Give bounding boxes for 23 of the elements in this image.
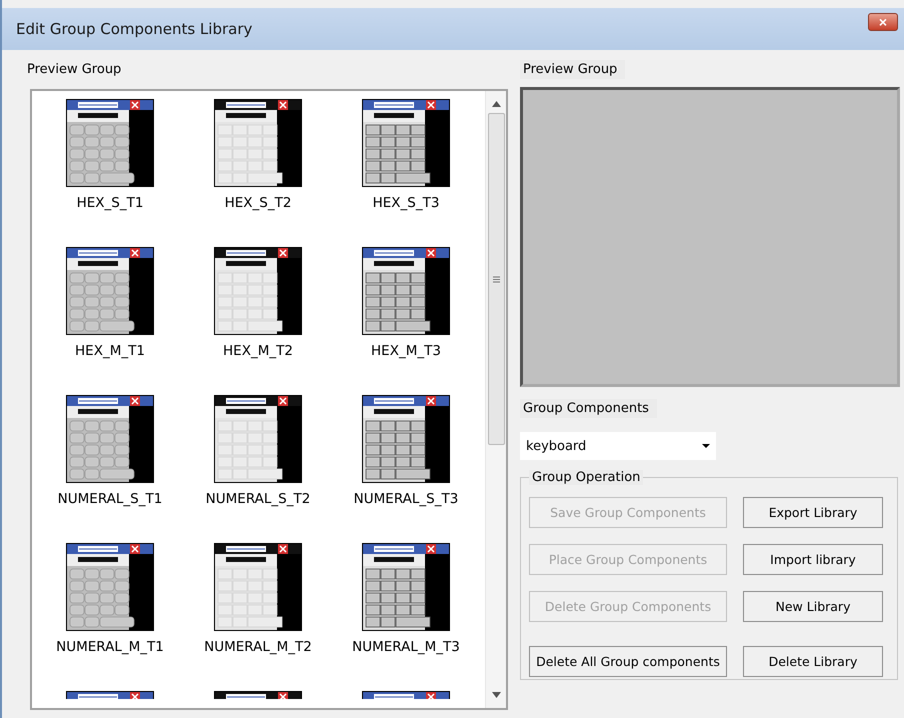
- group-item[interactable]: NUMERAL_M_T1: [36, 543, 184, 691]
- group-item[interactable]: HEX_S_T1: [36, 99, 184, 247]
- group-item[interactable]: HEX_S_T2: [184, 99, 332, 247]
- group-item[interactable]: NUMERAL_S_T3: [332, 395, 480, 543]
- operation-button[interactable]: New Library: [743, 591, 883, 622]
- group-components-label: Group Components: [520, 399, 657, 418]
- operation-button[interactable]: Import library: [743, 544, 883, 575]
- operation-button[interactable]: Export Library: [743, 497, 883, 528]
- operation-button[interactable]: Delete All Group components: [529, 646, 727, 677]
- group-item[interactable]: NUMERAL_M_T2: [184, 543, 332, 691]
- operation-button[interactable]: Delete Library: [743, 646, 883, 677]
- group-item[interactable]: HEX_M_T1: [36, 247, 184, 395]
- group-item[interactable]: HEX_M_T2: [184, 247, 332, 395]
- preview-group-label: Preview Group: [26, 61, 122, 79]
- group-item[interactable]: NUMERAL_M_T3: [332, 543, 480, 691]
- group-item[interactable]: HEX_M_T3: [332, 247, 480, 395]
- group-components-dropdown[interactable]: keyboard: [520, 432, 716, 460]
- window-title: Edit Group Components Library: [16, 20, 252, 38]
- group-item[interactable]: NUMERAL_S_T2: [184, 395, 332, 543]
- preview-group-label: Preview Group: [520, 60, 626, 79]
- group-item[interactable]: HEX_S_T3: [332, 99, 480, 247]
- group-item[interactable]: NUMERAL_S_T1: [36, 395, 184, 543]
- group-operation-label: Group Operation: [529, 470, 644, 485]
